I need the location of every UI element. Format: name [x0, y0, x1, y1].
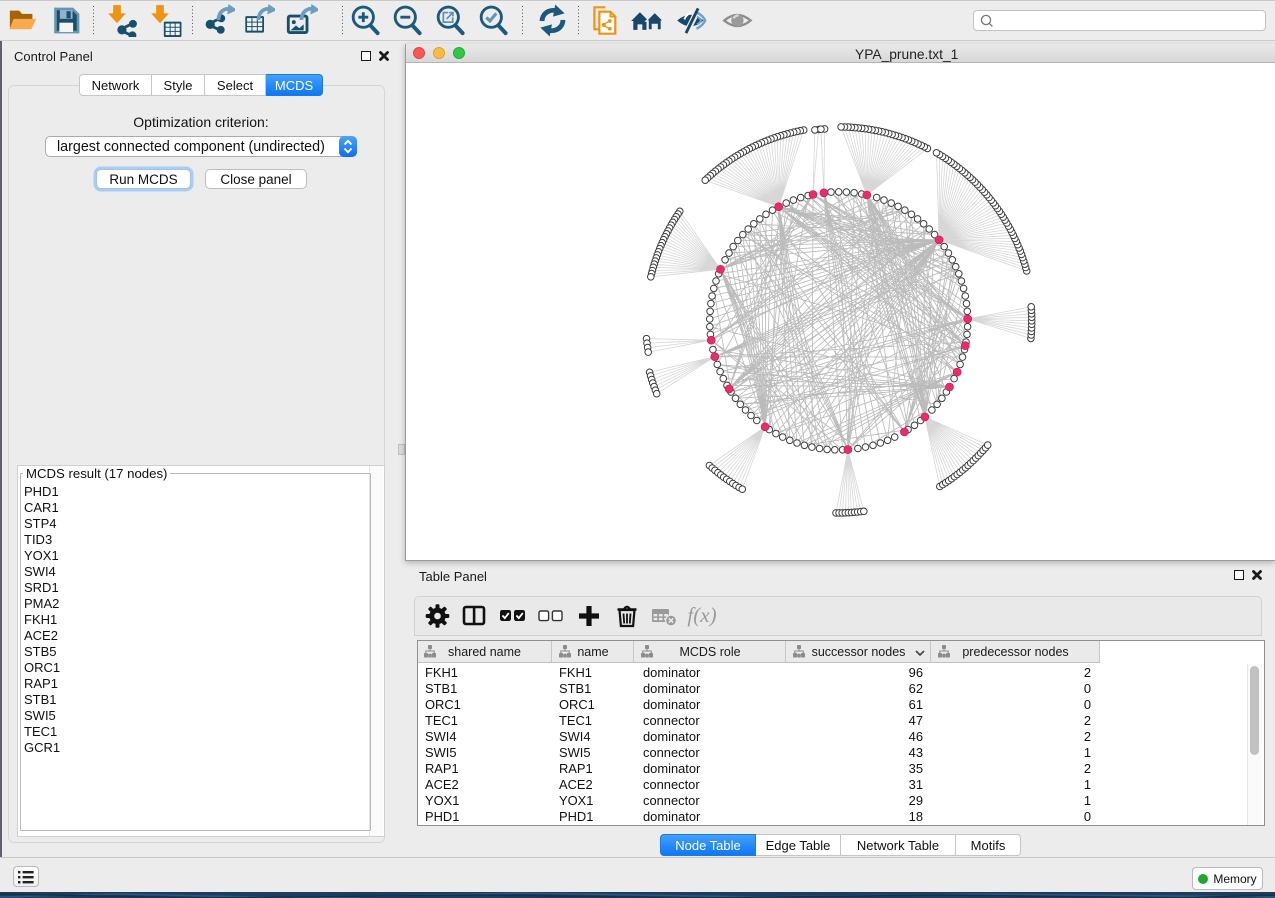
svg-text:f(x): f(x) [687, 603, 716, 627]
